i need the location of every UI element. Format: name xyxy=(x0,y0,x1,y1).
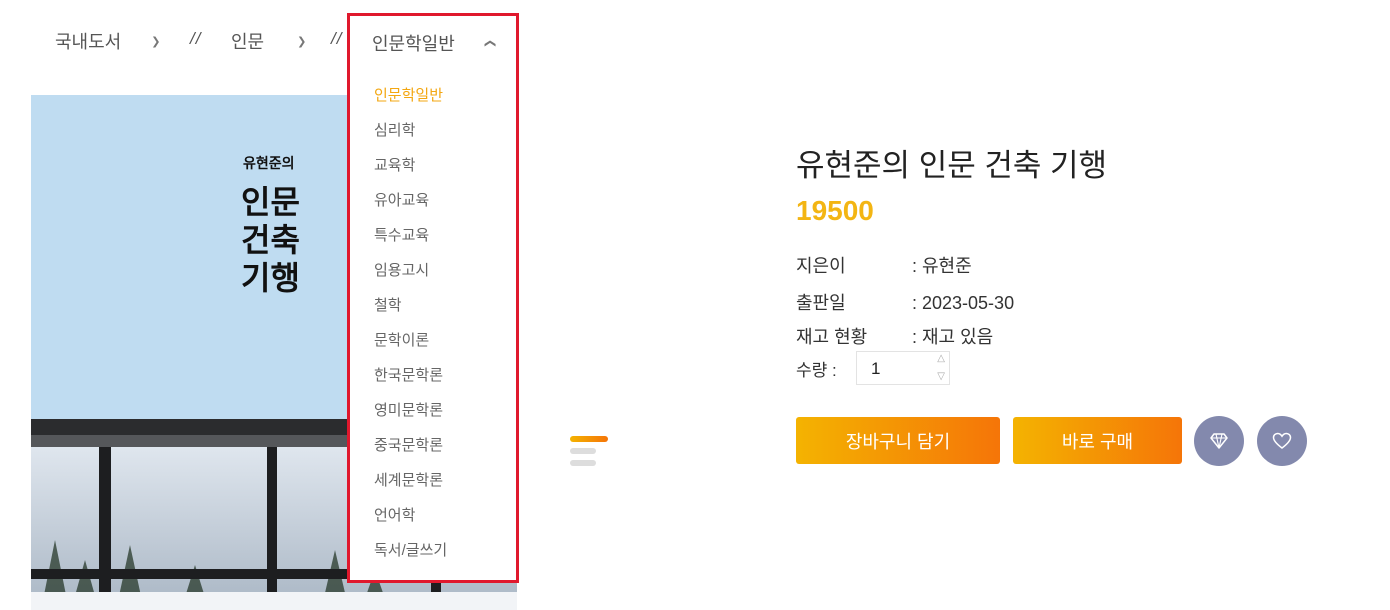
product-title: 유현준의 인문 건축 기행 xyxy=(796,148,1108,183)
dropdown-item[interactable]: 유아교육 xyxy=(374,191,447,226)
menu-icon-bar xyxy=(570,436,608,442)
cover-subtitle: 유현준의 xyxy=(243,156,295,172)
decrement-icon[interactable]: ▽ xyxy=(937,372,945,382)
stock-value: : 재고 있음 xyxy=(912,327,994,347)
stock-label: 재고 현황 xyxy=(796,327,868,347)
quantity-label: 수량 : xyxy=(796,361,837,380)
window-mullion xyxy=(267,447,277,610)
snow-ground xyxy=(31,592,517,610)
pubdate-label: 출판일 xyxy=(796,293,846,313)
add-to-cart-button[interactable]: 장바구니 담기 xyxy=(796,417,1000,464)
menu-icon[interactable] xyxy=(570,436,608,470)
breadcrumb-level2[interactable]: 인문 ❯ xyxy=(231,28,306,54)
info-pubdate: 출판일 : 2023-05-30 xyxy=(796,289,1014,315)
info-author: 지은이 : 유현준 xyxy=(796,252,972,278)
quantity-stepper: △ ▽ xyxy=(856,351,950,386)
dropdown-item[interactable]: 인문학일반 xyxy=(374,86,447,121)
dropdown-item[interactable]: 교육학 xyxy=(374,156,447,191)
dropdown-item[interactable]: 특수교육 xyxy=(374,226,447,261)
product-price: 19500 xyxy=(796,195,874,226)
like-button[interactable] xyxy=(1257,416,1307,466)
chevron-down-icon: ❯ xyxy=(151,35,161,48)
dropdown-item[interactable]: 독서/글쓰기 xyxy=(374,541,447,576)
breadcrumb-level3[interactable]: 인문학일반 ❯ xyxy=(372,30,496,56)
author-value: : 유현준 xyxy=(912,256,972,276)
category-dropdown[interactable]: 인문학일반 ❯ 인문학일반 심리학 교육학 유아교육 특수교육 임용고시 철학 … xyxy=(347,13,519,583)
dropdown-list: 인문학일반 심리학 교육학 유아교육 특수교육 임용고시 철학 문학이론 한국문… xyxy=(374,86,447,576)
increment-icon[interactable]: △ xyxy=(937,354,945,364)
dropdown-item[interactable]: 언어학 xyxy=(374,506,447,541)
heart-icon xyxy=(1272,432,1292,449)
dropdown-selected-label: 인문학일반 xyxy=(372,34,455,54)
window-mullion xyxy=(99,447,111,610)
breadcrumb-level1-label: 국내도서 xyxy=(55,32,122,52)
dropdown-item[interactable]: 철학 xyxy=(374,296,447,331)
menu-icon-bar xyxy=(570,448,596,454)
wishlist-button[interactable] xyxy=(1194,416,1244,466)
diamond-icon xyxy=(1210,433,1228,449)
breadcrumb-level2-label: 인문 xyxy=(231,32,265,52)
author-label: 지은이 xyxy=(796,256,846,276)
menu-icon-bar xyxy=(570,460,596,466)
breadcrumb-level1[interactable]: 국내도서 ❯ xyxy=(55,28,160,54)
chevron-up-icon: ❯ xyxy=(483,38,496,48)
breadcrumb-separator: // xyxy=(190,29,202,48)
buy-now-button[interactable]: 바로 구매 xyxy=(1013,417,1182,464)
dropdown-item[interactable]: 영미문학론 xyxy=(374,401,447,436)
chevron-down-icon: ❯ xyxy=(297,35,307,48)
dropdown-item[interactable]: 문학이론 xyxy=(374,331,447,366)
dropdown-item[interactable]: 세계문학론 xyxy=(374,471,447,506)
dropdown-item[interactable]: 심리학 xyxy=(374,121,447,156)
info-stock: 재고 현황 : 재고 있음 xyxy=(796,323,993,349)
breadcrumb-separator: // xyxy=(331,29,343,48)
dropdown-item[interactable]: 중국문학론 xyxy=(374,436,447,471)
pubdate-value: : 2023-05-30 xyxy=(912,293,1015,313)
dropdown-item[interactable]: 한국문학론 xyxy=(374,366,447,401)
cover-title: 인문 건축 기행 xyxy=(241,183,300,297)
dropdown-item[interactable]: 임용고시 xyxy=(374,261,447,296)
quantity-input[interactable] xyxy=(857,352,933,386)
